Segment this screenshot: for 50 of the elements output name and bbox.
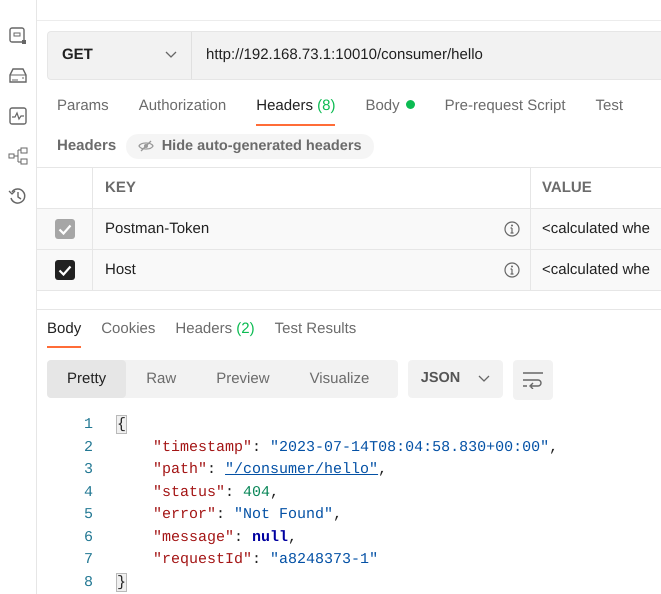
tab[interactable]: Headers (2) [175, 310, 255, 348]
column-header: VALUE [541, 178, 592, 198]
tab[interactable]: Test [596, 87, 624, 126]
section-label: Headers [57, 136, 116, 156]
tab[interactable]: Body [365, 87, 415, 126]
code-line: "requestId": "a8248373-1" [152, 550, 378, 570]
view-mode-tab[interactable]: Raw [126, 360, 196, 398]
pulse-icon[interactable] [8, 106, 28, 126]
tab[interactable]: Test Results [274, 310, 356, 348]
line-number: 4 [82, 482, 93, 502]
line-number: 7 [82, 550, 93, 570]
line-number: 8 [82, 572, 93, 592]
view-mode-tab[interactable]: Visualize [290, 360, 390, 398]
history-icon[interactable] [8, 186, 28, 206]
code-line: "error": "Not Found", [152, 505, 342, 525]
view-mode-tab[interactable]: Preview [196, 360, 290, 398]
checkbox[interactable] [54, 260, 74, 280]
code-line: "message": null, [152, 528, 298, 548]
header-value: <calculated whe [542, 219, 650, 240]
info-icon [504, 221, 520, 238]
tab[interactable]: Params [57, 87, 109, 126]
format-dropdown[interactable]: JSON [408, 360, 503, 398]
tab[interactable]: Cookies [101, 310, 156, 348]
tab[interactable]: Headers (8) [256, 87, 336, 126]
info-icon [504, 262, 520, 278]
tab[interactable]: Pre-request Script [444, 87, 566, 126]
line-number: 2 [82, 438, 93, 458]
flow-icon[interactable] [8, 146, 28, 166]
tab[interactable]: Authorization [138, 87, 226, 126]
line-number: 5 [82, 505, 93, 525]
column-header: KEY [93, 168, 531, 208]
header-key: Host [105, 259, 136, 282]
code-line: "timestamp": "2023-07-14T08:04:58.830+00:00", [152, 438, 558, 458]
wrap-icon [522, 371, 544, 389]
code-line: "path": "/consumer/hello", [152, 460, 388, 480]
view-mode-tab[interactable]: Pretty [47, 360, 126, 398]
line-number: 3 [82, 460, 93, 480]
line-number: 6 [82, 528, 93, 548]
header-key: Postman-Token [105, 218, 210, 241]
wrap-lines-button[interactable] [513, 360, 553, 400]
hide-headers-toggle[interactable]: Hide auto-generated headers [126, 134, 374, 160]
line-number: 1 [82, 415, 93, 435]
header-value: <calculated whe [542, 260, 650, 280]
check-icon [58, 264, 72, 276]
chevron-down-icon [478, 375, 490, 383]
eye-off-icon [138, 140, 154, 152]
check-icon [58, 224, 72, 235]
code-line: "status": 404, [152, 482, 280, 502]
tab[interactable]: Body [47, 310, 82, 348]
collection-icon[interactable] [8, 26, 28, 46]
